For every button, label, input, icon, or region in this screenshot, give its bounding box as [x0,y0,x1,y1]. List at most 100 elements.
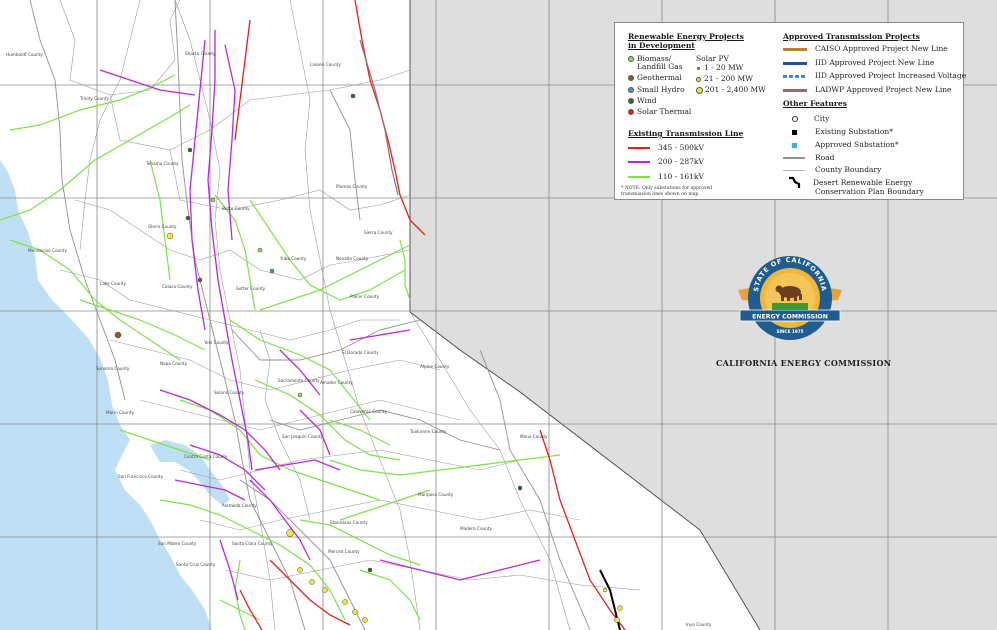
legend-of-road: Road [783,153,834,162]
county-label: Marin County [106,410,134,415]
legend-of-drecp-2: Conservation Plan Boundary [815,187,924,196]
county-label: Stanislaus County [330,520,368,525]
city-icon [792,116,798,122]
legend-of-approved-substation: Approved Substation* [792,140,899,149]
legend-etl-label: 110 - 161kV [658,172,704,181]
county-label: Glenn County [148,224,177,229]
county-label: Contra Costa County [184,454,228,459]
county-label: Lassen County [310,62,341,67]
county-label: Nevada County [336,256,369,261]
approved-substation-icon [792,142,797,148]
county-label: Sutter County [236,286,266,291]
county-label: El Dorado County [342,350,379,355]
seal-green-panel [772,303,808,310]
road-icon [783,157,805,159]
county-label: Butte County [222,206,250,211]
county-label: Tehama County [145,161,179,166]
legend-solar-pv-title: Solar PV [696,54,729,63]
county-label: Trinity County [79,96,110,101]
county-label: Alameda County [222,503,257,508]
county-label: Shasta County [185,51,216,56]
county-label: Sierra County [364,230,393,235]
existing-substation-icon [792,129,797,135]
legend-solar-pv-small: 1 - 20 MW [696,63,743,72]
legend-of-city: City [792,114,829,123]
legend-rep-title-1: Renewable Energy Projects [628,32,744,41]
county-label: San Francisco County [118,474,164,479]
county-label: Plumas County [336,184,368,189]
legend-rep-title-2: in Development [628,41,695,50]
county-label: Yuba County [279,256,307,261]
legend-atp-iid-new: IID Approved Project New Line [783,58,934,67]
county-label: Mendocino County [28,248,68,253]
county-label: Sacramento County [278,378,320,383]
legend-of-label: County Boundary [815,165,882,174]
legend-atp-ladwp: LADWP Approved Project New Line [783,85,952,94]
cec-seal: STATE OF CALIFORNIA ENERGY COMMISSION SI… [738,256,842,340]
legend-etl-label: 200 - 287kV [658,157,704,166]
county-label: Inyo County [686,622,712,627]
legend-of-label: Road [815,153,835,162]
county-label: Colusa County [162,284,193,289]
legend-rep-label: Wind [637,96,657,105]
line-200-icon [628,161,650,163]
county-label: Merced County [328,549,360,554]
county-label: Mariposa County [418,492,454,497]
county-label: San Mateo County [158,541,197,546]
legend-of-existing-substation: Existing Substation* [792,127,893,136]
line-345-icon [628,147,650,149]
legend-solar-pv-label: 21 - 200 MW [704,74,753,83]
legend-atp-label: CAISO Approved Project New Line [815,44,948,53]
county-label: Lake County [100,281,127,286]
legend-solar-pv-label: 201 - 2,400 MW [705,85,766,94]
solar-pv-medium-icon [696,76,701,82]
legend-solar-pv-large: 201 - 2,400 MW [696,85,766,94]
county-label: Mono County [520,434,548,439]
biomass-icon [628,56,634,62]
county-label: Santa Cruz County [176,562,216,567]
county-label: Napa County [160,361,188,366]
legend-rep-item-solar-thermal: Solar Thermal [628,107,691,116]
legend-rep-label: Geothermal [637,73,682,82]
legend-etl-200: 200 - 287kV [628,157,704,166]
legend-of-title: Other Features [783,99,847,108]
org-label: CALIFORNIA ENERGY COMMISSION [716,358,892,368]
county-label: Humboldt County [6,52,43,57]
solar-pv-small-icon [697,66,700,70]
legend-rep-label: Solar Thermal [637,107,692,116]
map-legend: Renewable Energy Projects in Development… [614,22,967,200]
legend-solar-pv-label: 1 - 20 MW [704,63,744,72]
county-label: Santa Clara County [232,541,273,546]
legend-rep-item-wind: Wind [628,96,657,105]
legend-rep-item-small-hydro: Small Hydro [628,85,685,94]
county-label: Madera County [460,526,492,531]
legend-atp-label: IID Approved Project Increased Voltage [815,71,967,80]
legend-atp-label: LADWP Approved Project New Line [815,85,952,94]
legend-solar-pv-medium: 21 - 200 MW [696,74,753,83]
legend-rep-label: Small Hydro [637,85,685,94]
legend-etl-110: 110 - 161kV [628,172,704,181]
small-hydro-icon [628,87,634,93]
legend-etl-title: Existing Transmission Line [628,129,744,138]
seal-bottom-text: SINCE 1975 [776,329,803,334]
legend-of-county-boundary: County Boundary [783,165,881,174]
solar-thermal-icon [628,109,634,115]
county-label: Tuolumne County [409,429,447,434]
county-label: Sonoma County [96,366,130,371]
legend-etl-345: 345 - 500kV [628,143,704,152]
county-boundary-icon [783,169,805,171]
legend-atp-title: Approved Transmission Projects [783,32,920,41]
county-label: Alpine County [420,364,450,369]
county-label: Yolo County [203,340,229,345]
county-label: Placer County [350,294,380,299]
seal-band-text: ENERGY COMMISSION [752,314,828,321]
legend-of-label: Desert Renewable Energy [813,178,913,187]
legend-atp-caiso: CAISO Approved Project New Line [783,44,948,53]
ladwp-line-icon [783,88,807,92]
county-label: Solano County [214,390,245,395]
geothermal-icon [628,75,634,81]
county-label: Calaveras County [350,409,388,414]
county-label: Amador County [320,380,353,385]
legend-note-2: transmission lines shown on map [621,192,699,197]
legend-of-label: Approved Substation* [815,140,899,149]
